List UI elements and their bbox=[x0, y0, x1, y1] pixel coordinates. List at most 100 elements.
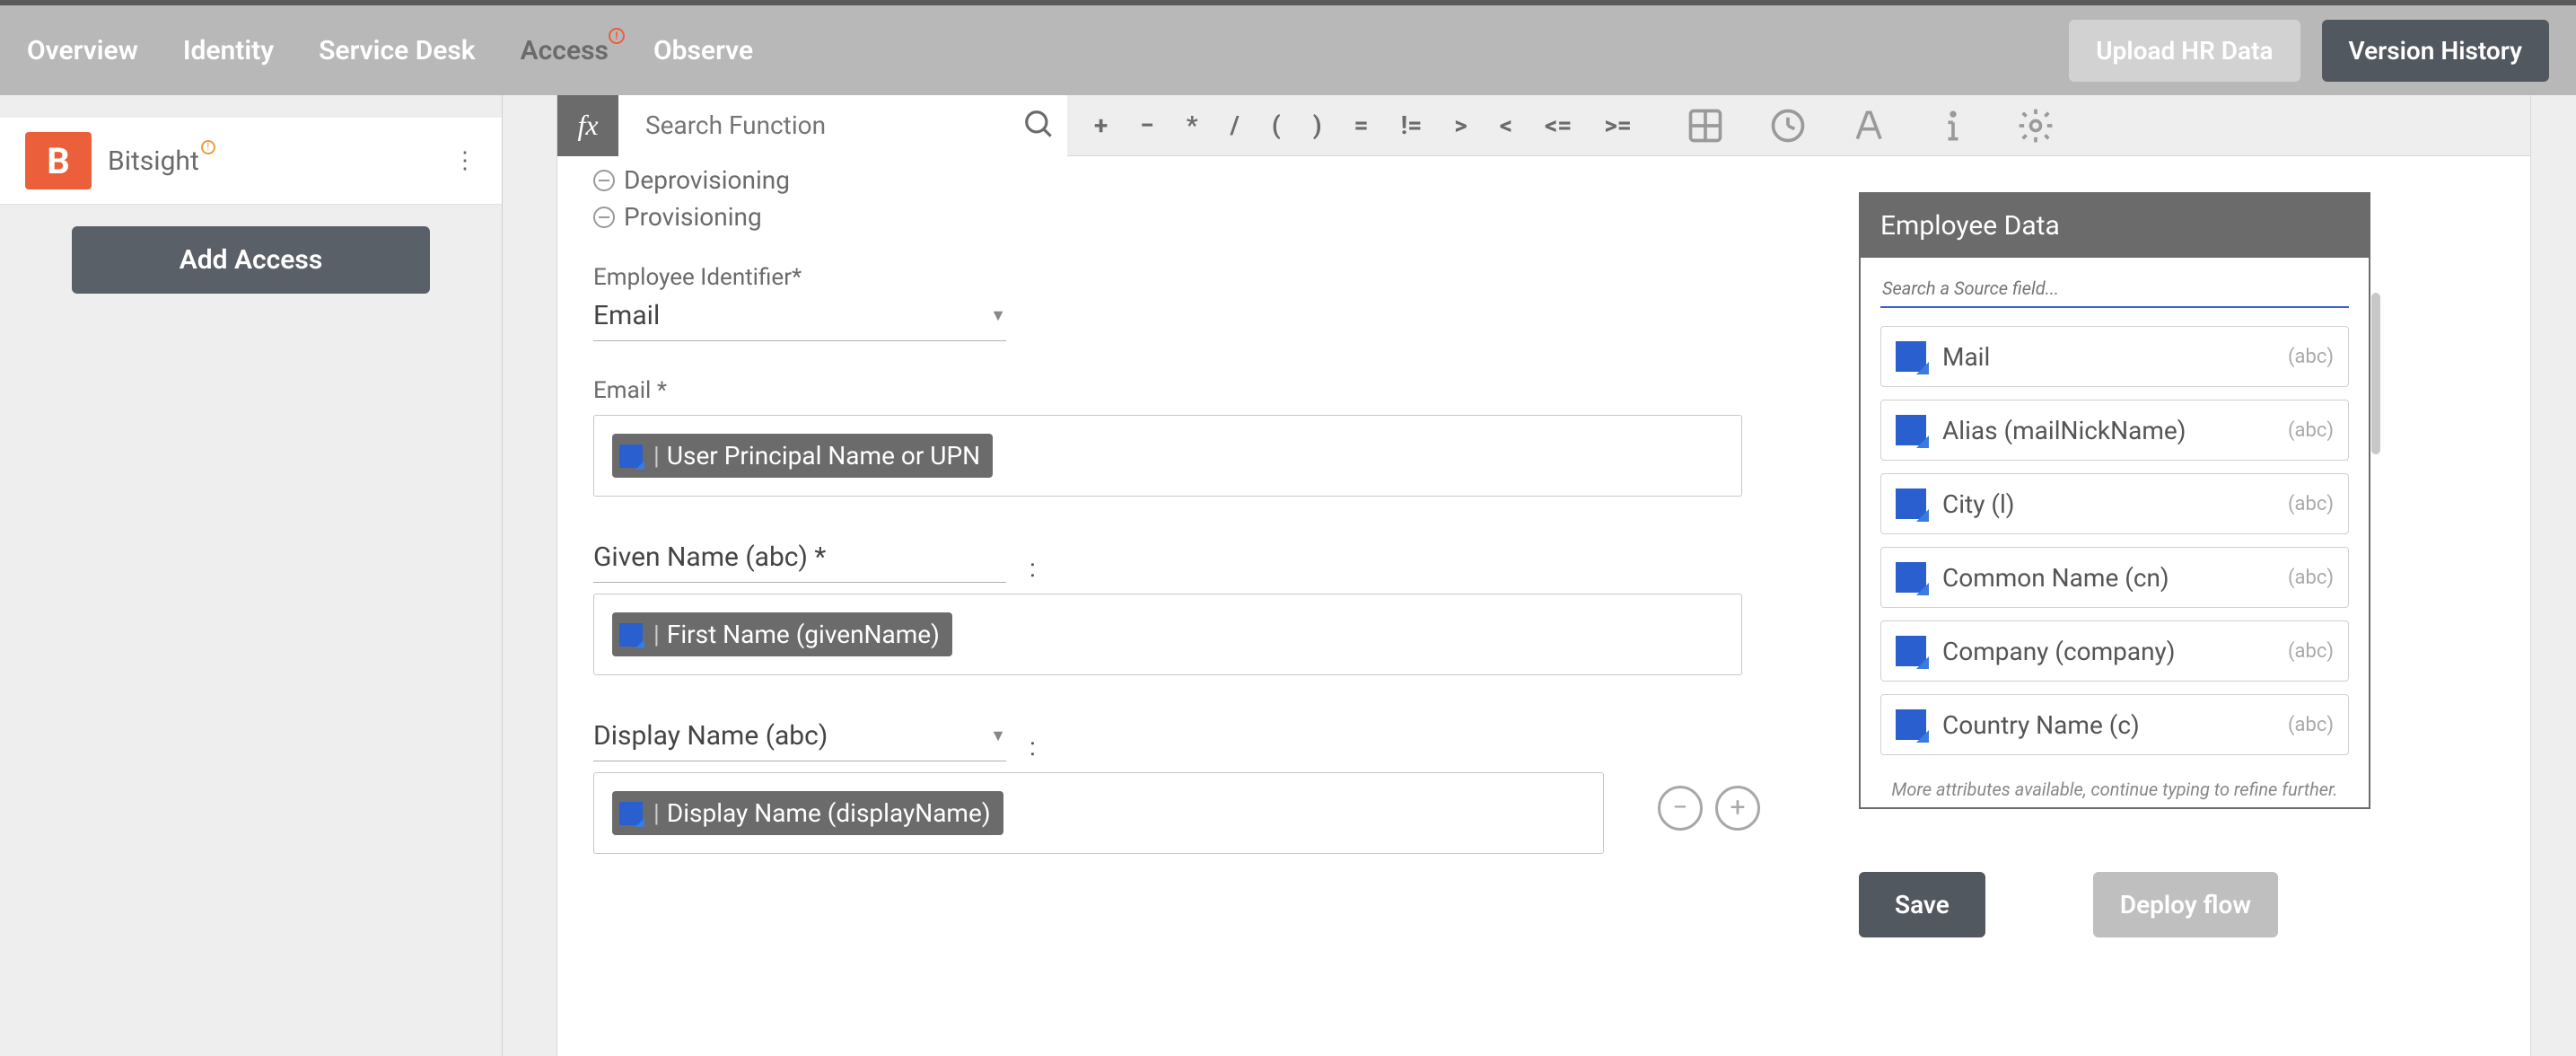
op-neq[interactable]: != bbox=[1401, 110, 1423, 140]
op-gte[interactable]: >= bbox=[1604, 110, 1632, 140]
given-name-chip-label: First Name (givenName) bbox=[667, 620, 940, 649]
clock-icon[interactable] bbox=[1768, 106, 1808, 145]
nav-overview[interactable]: Overview bbox=[27, 35, 138, 66]
collapse-icon bbox=[593, 170, 615, 191]
source-field-icon bbox=[1896, 562, 1926, 593]
op-minus[interactable]: − bbox=[1140, 110, 1154, 140]
employee-identifier-value: Email bbox=[593, 300, 660, 331]
chevron-down-icon: ▼ bbox=[990, 726, 1006, 745]
source-field-icon bbox=[619, 444, 643, 468]
nav-access[interactable]: Access ! bbox=[521, 35, 609, 66]
calculator-icon[interactable] bbox=[1686, 106, 1725, 145]
op-gt[interactable]: > bbox=[1454, 110, 1467, 140]
source-field-city[interactable]: City (l) (abc) bbox=[1880, 473, 2349, 534]
source-field-icon bbox=[619, 802, 643, 825]
app-menu-kebab-icon[interactable]: ⋮ bbox=[453, 147, 477, 174]
op-lt[interactable]: < bbox=[1500, 110, 1512, 140]
op-eq[interactable]: = bbox=[1354, 110, 1369, 140]
source-field-mail[interactable]: Mail (abc) bbox=[1880, 326, 2349, 387]
source-field-icon bbox=[1896, 636, 1926, 666]
nav-access-label: Access bbox=[521, 35, 609, 66]
source-field-type: (abc) bbox=[2288, 567, 2334, 589]
source-field-country[interactable]: Country Name (c) (abc) bbox=[1880, 694, 2349, 755]
app-name-label: Bitsight ! bbox=[108, 145, 199, 177]
source-field-label: Country Name (c) bbox=[1942, 710, 2140, 740]
text-icon[interactable] bbox=[1851, 106, 1890, 145]
colon-separator: : bbox=[1030, 732, 1036, 761]
source-field-type: (abc) bbox=[2288, 493, 2334, 515]
op-divide[interactable]: / bbox=[1231, 110, 1240, 140]
chevron-down-icon: ▼ bbox=[990, 306, 1006, 325]
source-field-icon bbox=[619, 623, 643, 647]
search-icon[interactable] bbox=[1022, 108, 1056, 150]
source-field-label: Company (company) bbox=[1942, 637, 2176, 666]
add-access-button[interactable]: Add Access bbox=[72, 226, 430, 294]
add-field-button[interactable]: + bbox=[1715, 786, 1760, 831]
op-lparen[interactable]: ( bbox=[1272, 110, 1281, 140]
formula-toolbar: fx + − * / ( ) = != > < bbox=[557, 95, 2530, 156]
colon-separator: : bbox=[1030, 553, 1036, 583]
settings-icon[interactable] bbox=[2016, 106, 2055, 145]
display-name-chip[interactable]: | Display Name (displayName) bbox=[612, 791, 1003, 835]
collapse-icon bbox=[593, 207, 615, 228]
nav-service-desk[interactable]: Service Desk bbox=[319, 35, 476, 66]
nav-observe[interactable]: Observe bbox=[653, 35, 753, 66]
top-nav: Overview Identity Service Desk Access ! … bbox=[0, 5, 2576, 95]
fx-icon[interactable]: fx bbox=[557, 95, 618, 156]
email-chip[interactable]: | User Principal Name or UPN bbox=[612, 434, 993, 478]
tree-provisioning-label: Provisioning bbox=[624, 202, 762, 232]
operator-buttons: + − * / ( ) = != > < <= >= bbox=[1067, 110, 1659, 140]
given-name-select[interactable]: Given Name (abc) * bbox=[593, 532, 1006, 583]
display-name-label: Display Name (abc) bbox=[593, 720, 828, 752]
op-rparen[interactable]: ) bbox=[1313, 110, 1322, 140]
source-field-icon bbox=[1896, 415, 1926, 445]
version-history-button[interactable]: Version History bbox=[2322, 20, 2549, 82]
nav-identity[interactable]: Identity bbox=[183, 35, 274, 66]
given-name-chip[interactable]: | First Name (givenName) bbox=[612, 612, 952, 656]
function-search-input[interactable] bbox=[618, 95, 1067, 156]
given-name-label: Given Name (abc) * bbox=[593, 541, 826, 573]
source-field-company[interactable]: Company (company) (abc) bbox=[1880, 620, 2349, 682]
display-name-expression-input[interactable]: | Display Name (displayName) bbox=[593, 772, 1604, 854]
employee-data-title: Employee Data bbox=[1861, 194, 2369, 258]
source-field-label: Common Name (cn) bbox=[1942, 563, 2169, 593]
source-field-type: (abc) bbox=[2288, 640, 2334, 663]
display-name-chip-label: Display Name (displayName) bbox=[667, 798, 991, 828]
info-icon[interactable] bbox=[1933, 106, 1973, 145]
source-field-alias[interactable]: Alias (mailNickName) (abc) bbox=[1880, 400, 2349, 461]
sidebar: B Bitsight ! ⋮ Add Access bbox=[0, 95, 503, 1056]
source-field-type: (abc) bbox=[2288, 714, 2334, 736]
source-field-type: (abc) bbox=[2288, 419, 2334, 442]
employee-data-panel: Employee Data Mail (abc) Alias (mailNick… bbox=[1859, 192, 2370, 809]
email-expression-input[interactable]: | User Principal Name or UPN bbox=[593, 415, 1742, 497]
scrollbar-thumb[interactable] bbox=[2371, 293, 2380, 454]
email-chip-label: User Principal Name or UPN bbox=[667, 441, 980, 471]
tree-provisioning[interactable]: Provisioning bbox=[593, 198, 1760, 235]
app-row-bitsight[interactable]: B Bitsight ! ⋮ bbox=[0, 118, 502, 205]
email-label: Email * bbox=[593, 377, 1760, 404]
app-warning-icon: ! bbox=[201, 140, 215, 154]
op-plus[interactable]: + bbox=[1094, 110, 1108, 140]
source-field-icon bbox=[1896, 709, 1926, 740]
warning-icon: ! bbox=[609, 28, 625, 44]
save-button[interactable]: Save bbox=[1859, 872, 1985, 937]
source-field-icon bbox=[1896, 488, 1926, 519]
given-name-expression-input[interactable]: | First Name (givenName) bbox=[593, 594, 1742, 675]
app-logo-icon: B bbox=[25, 132, 92, 189]
source-field-search-input[interactable] bbox=[1880, 270, 2349, 308]
employee-identifier-label: Employee Identifier* bbox=[593, 264, 1760, 291]
source-field-common-name[interactable]: Common Name (cn) (abc) bbox=[1880, 547, 2349, 608]
op-lte[interactable]: <= bbox=[1545, 110, 1572, 140]
source-field-label: Alias (mailNickName) bbox=[1942, 416, 2186, 445]
employee-identifier-select[interactable]: Email ▼ bbox=[593, 291, 1006, 341]
display-name-select[interactable]: Display Name (abc) ▼ bbox=[593, 711, 1006, 761]
upload-hr-data-button[interactable]: Upload HR Data bbox=[2069, 20, 2300, 82]
source-field-label: City (l) bbox=[1942, 489, 2015, 519]
op-multiply[interactable]: * bbox=[1187, 110, 1198, 140]
tree-deprovisioning[interactable]: Deprovisioning bbox=[593, 162, 1760, 198]
source-field-label: Mail bbox=[1942, 342, 1990, 372]
remove-field-button[interactable]: − bbox=[1658, 786, 1703, 831]
source-field-icon bbox=[1896, 341, 1926, 372]
deploy-flow-button[interactable]: Deploy flow bbox=[2093, 872, 2278, 937]
tree-deprovisioning-label: Deprovisioning bbox=[624, 165, 790, 195]
